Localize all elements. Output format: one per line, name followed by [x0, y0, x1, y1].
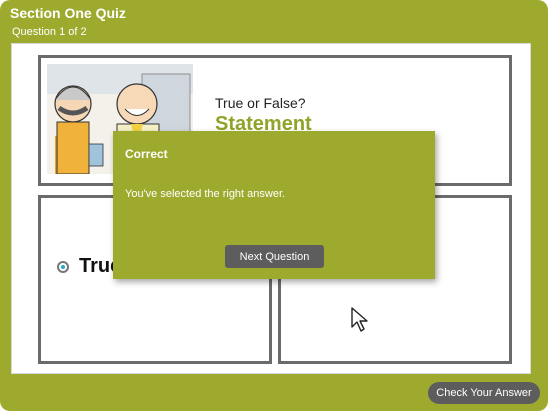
mouse-pointer-icon	[351, 307, 368, 332]
modal-title: Correct	[125, 147, 168, 161]
quiz-title: Section One Quiz	[10, 5, 126, 21]
question-progress: Question 1 of 2	[12, 26, 87, 38]
quiz-frame: Section One Quiz Question 1 of 2 True or…	[0, 0, 548, 411]
next-question-button[interactable]: Next Question	[225, 245, 324, 268]
radio-selected-icon[interactable]	[57, 261, 69, 273]
feedback-modal: Correct You've selected the right answer…	[113, 131, 435, 279]
modal-message: You've selected the right answer.	[125, 188, 286, 200]
check-answer-button[interactable]: Check Your Answer	[428, 382, 540, 404]
question-label: True or False?	[215, 95, 306, 111]
